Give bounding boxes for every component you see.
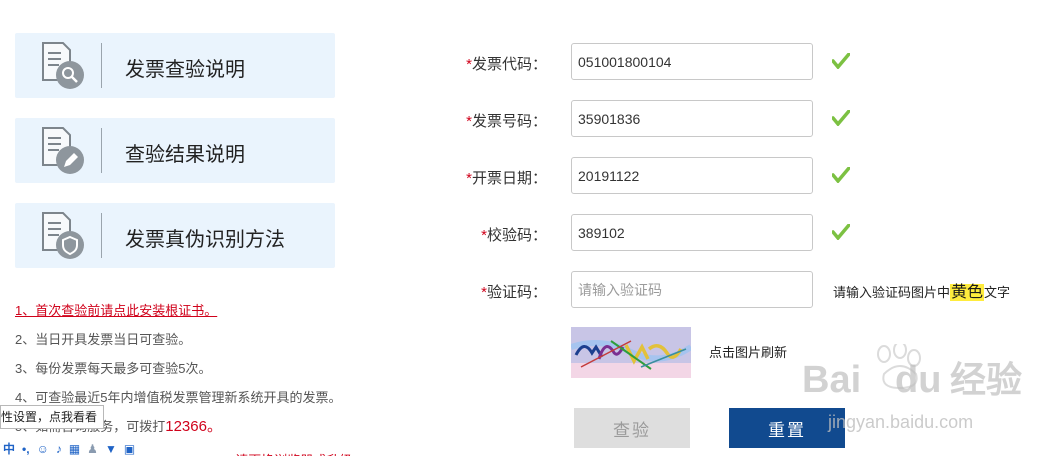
ime-punct-icon[interactable]: •, bbox=[22, 442, 30, 456]
field-issue-date: *开票日期： bbox=[440, 157, 860, 195]
field-captcha: *验证码： bbox=[440, 271, 860, 309]
card-result-info[interactable]: 查验结果说明 bbox=[15, 118, 335, 183]
field-label: *开票日期： bbox=[466, 170, 547, 187]
shield-document-icon bbox=[42, 212, 84, 259]
check-button[interactable]: 查验 bbox=[574, 408, 690, 448]
ime-skin-icon[interactable]: ▼ bbox=[105, 442, 117, 456]
invoice-number-input[interactable] bbox=[571, 100, 813, 137]
watermark-url: jingyan.baidu.com bbox=[827, 412, 973, 432]
svg-text:经验: 经验 bbox=[950, 360, 1022, 401]
card-divider bbox=[101, 213, 102, 258]
ime-tooltip[interactable]: 性设置，点我看看 bbox=[0, 405, 105, 429]
captcha-refresh-text[interactable]: 点击图片刷新 bbox=[709, 342, 787, 361]
reset-button[interactable]: 重置 bbox=[729, 408, 845, 448]
card-divider bbox=[101, 43, 102, 88]
ime-user-icon[interactable]: ♟ bbox=[87, 442, 98, 456]
ime-mode-icon[interactable]: 中 bbox=[3, 442, 15, 456]
note-item: 3、每份发票每天最多可查验5次。 bbox=[15, 361, 212, 376]
captcha-image[interactable] bbox=[571, 327, 691, 378]
ime-keyboard-icon[interactable]: ▦ bbox=[69, 442, 80, 456]
card-label: 发票查验说明 bbox=[125, 59, 245, 81]
search-document-icon bbox=[42, 42, 84, 89]
invoice-code-input[interactable] bbox=[571, 43, 813, 80]
field-invoice-code: *发票代码： bbox=[440, 43, 860, 81]
ime-toolbar[interactable]: 中 •, ☺ ♪ ▦ ♟ ▼ ▣ bbox=[0, 441, 135, 456]
check-icon bbox=[832, 167, 850, 183]
ime-tools-icon[interactable]: ▣ bbox=[124, 442, 135, 456]
svg-text:du: du bbox=[895, 359, 941, 401]
card-label: 发票真伪识别方法 bbox=[125, 229, 285, 251]
captcha-color-highlight: 黄色 bbox=[950, 284, 985, 301]
card-invoice-check-info[interactable]: 发票查验说明 bbox=[15, 33, 335, 98]
field-label: *验证码： bbox=[481, 284, 547, 301]
field-check-code: *校验码： bbox=[440, 214, 860, 252]
hotline-number: 12366。 bbox=[165, 418, 222, 435]
field-invoice-number: *发票号码： bbox=[440, 100, 860, 138]
card-divider bbox=[101, 128, 102, 173]
ime-emoji-icon[interactable]: ☺ bbox=[37, 442, 49, 456]
field-label: *校验码： bbox=[481, 227, 547, 244]
card-label: 查验结果说明 bbox=[125, 144, 245, 166]
edit-document-icon bbox=[42, 127, 84, 174]
install-cert-link[interactable]: 1、首次查验前请点此安装根证书。 bbox=[15, 296, 415, 325]
check-icon bbox=[832, 224, 850, 240]
svg-text:Bai: Bai bbox=[802, 359, 861, 401]
check-icon bbox=[832, 53, 850, 69]
field-label: *发票号码： bbox=[466, 113, 547, 130]
check-code-input[interactable] bbox=[571, 214, 813, 251]
note-item-partial: 6、请更换浏览器或升级 bbox=[215, 450, 365, 456]
card-authenticity-method[interactable]: 发票真伪识别方法 bbox=[15, 203, 335, 268]
captcha-input[interactable] bbox=[571, 271, 813, 308]
field-label: *发票代码： bbox=[466, 56, 547, 73]
ime-voice-icon[interactable]: ♪ bbox=[56, 442, 62, 456]
issue-date-input[interactable] bbox=[571, 157, 813, 194]
note-item: 2、当日开具发票当日可查验。 bbox=[15, 332, 192, 347]
check-icon bbox=[832, 110, 850, 126]
captcha-hint: 请输入验证码图片中黄色文字 bbox=[833, 284, 1011, 301]
